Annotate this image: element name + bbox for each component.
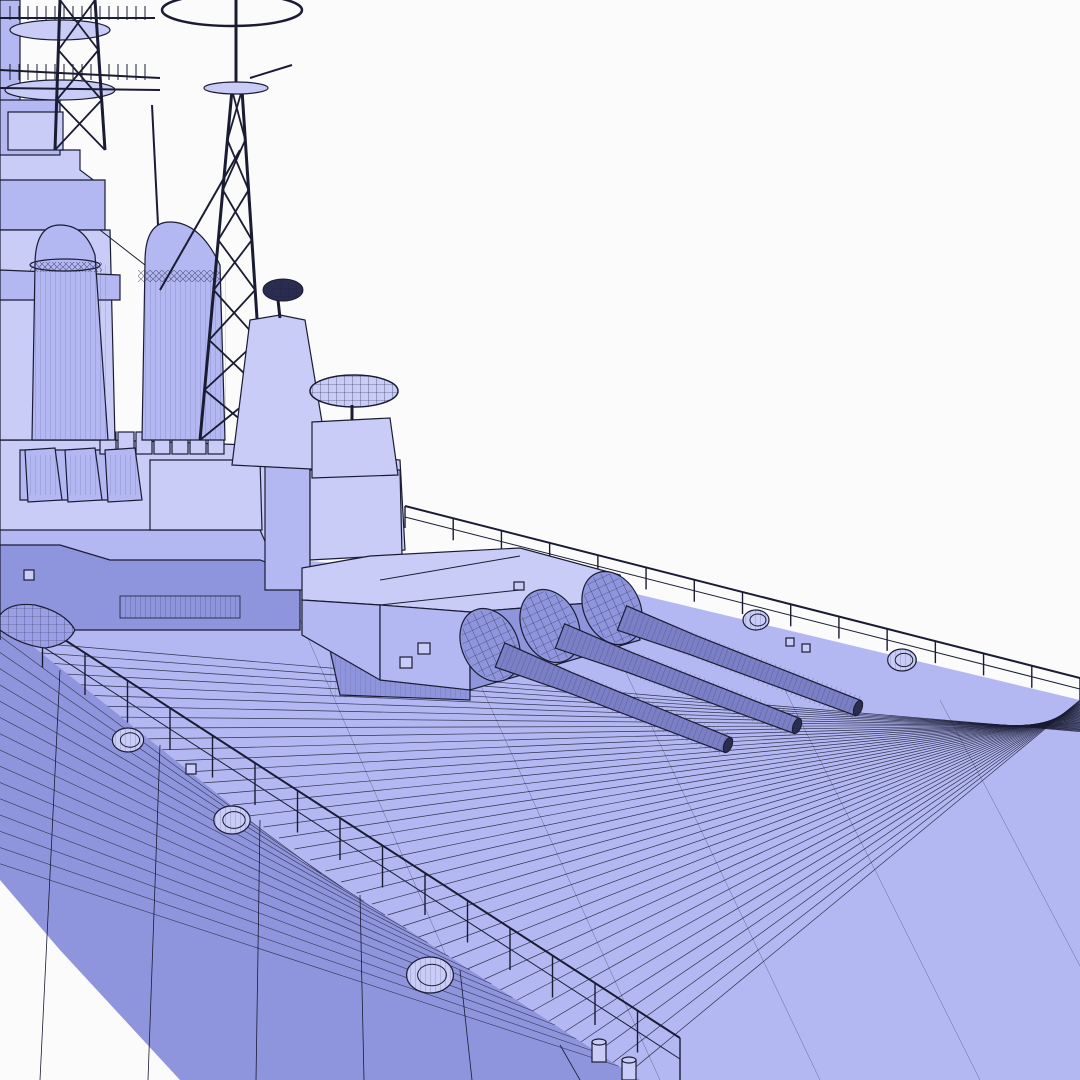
3d-viewport[interactable] — [0, 0, 1080, 1080]
mast-top — [151, 0, 304, 226]
ship-model-render — [0, 0, 1080, 1080]
radar-dish — [309, 374, 399, 479]
funnel-aft — [138, 221, 226, 441]
ladder — [119, 595, 241, 619]
searchlight — [262, 278, 304, 302]
